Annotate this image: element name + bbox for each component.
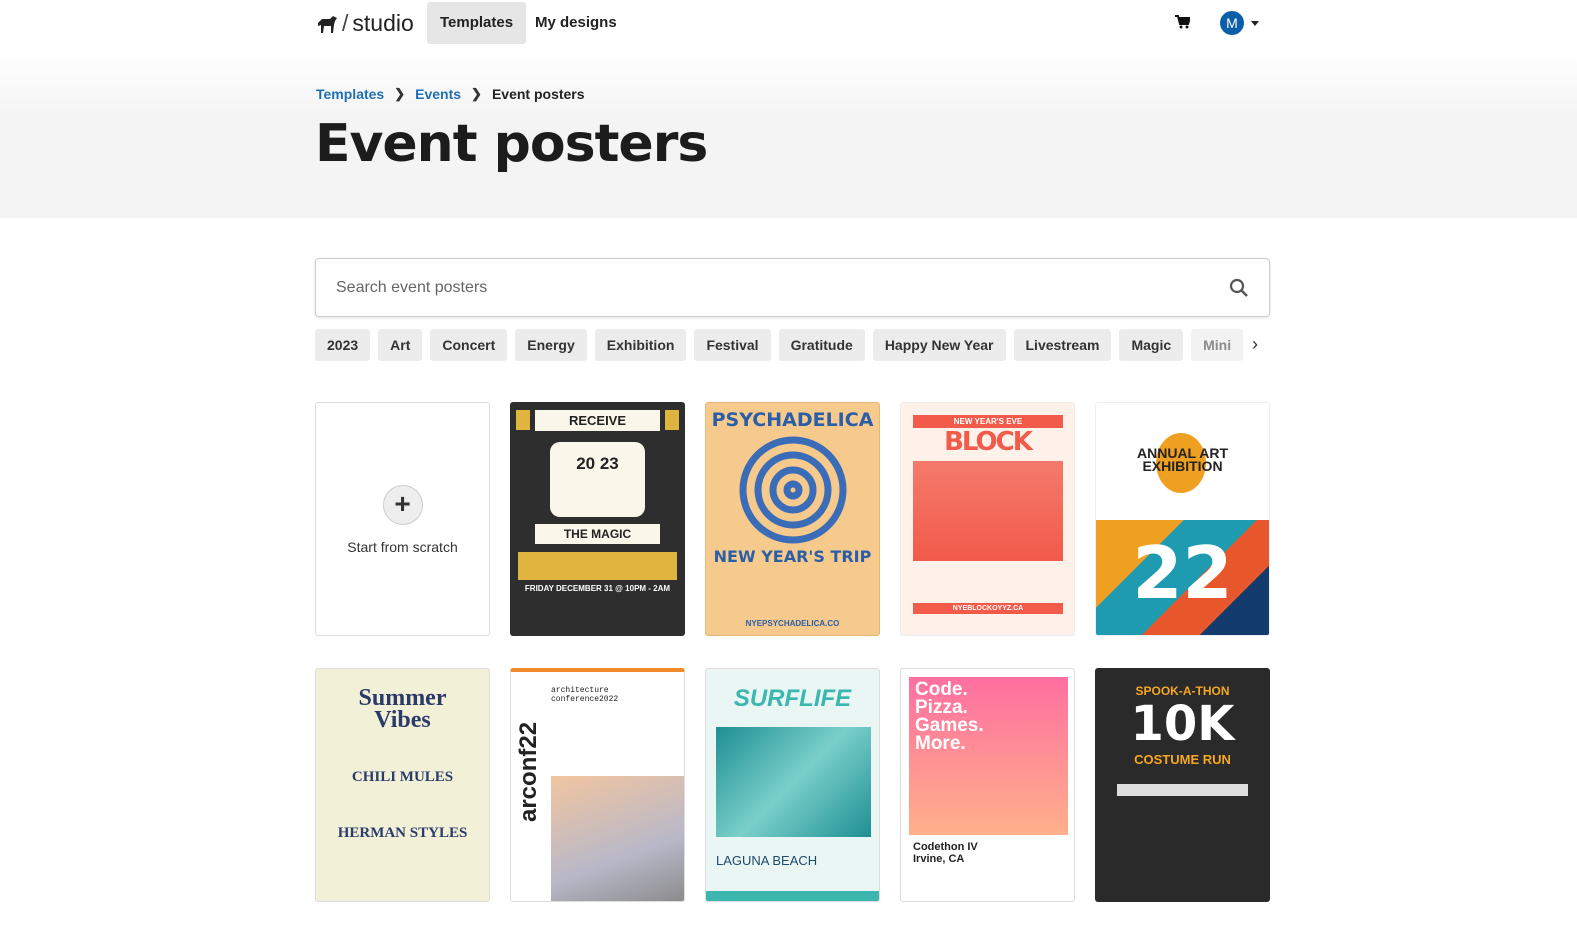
chip[interactable]: Magic bbox=[1119, 329, 1184, 361]
poster-title: PSYCHADELICA bbox=[711, 409, 874, 431]
breadcrumb: Templates ❯ Events ❯ Event posters bbox=[316, 86, 585, 102]
search-input[interactable] bbox=[316, 259, 1196, 316]
template-card[interactable]: SURFLIFE LAGUNA BEACH bbox=[705, 668, 880, 902]
poster-line: FRIDAY DECEMBER 31 @ 10PM - 2AM bbox=[524, 584, 671, 593]
template-card[interactable]: NEW YEAR'S EVE BLOCK PARTY NYEBLOCKOYYZ.… bbox=[900, 402, 1075, 636]
poster-decoration bbox=[516, 410, 530, 430]
template-card[interactable]: RECEIVE 20 23 THE MAGIC FRIDAY DECEMBER … bbox=[510, 402, 685, 636]
search-icon[interactable] bbox=[1229, 278, 1249, 298]
poster-decoration bbox=[665, 410, 679, 430]
poster-subtitle: 22 bbox=[1132, 531, 1233, 615]
chevron-right-icon: ❯ bbox=[394, 86, 406, 101]
user-avatar[interactable]: M bbox=[1220, 11, 1244, 35]
poster-subtitle: CHILI MULES bbox=[351, 769, 454, 785]
search-box bbox=[315, 258, 1270, 317]
template-card[interactable]: Code. Pizza. Games. More. Codethon IV Ir… bbox=[900, 668, 1075, 902]
chevron-right-icon: ❯ bbox=[471, 86, 482, 101]
chip[interactable]: Gratitude bbox=[778, 329, 865, 361]
breadcrumb-current: Event posters bbox=[491, 86, 585, 102]
template-card[interactable]: arconf22 architecture conference2022 bbox=[510, 668, 685, 902]
horse-logo-icon bbox=[318, 15, 337, 33]
poster-line: COSTUME RUN bbox=[1134, 752, 1231, 767]
caret-down-icon[interactable] bbox=[1251, 21, 1259, 26]
poster-title: RECEIVE bbox=[535, 410, 660, 431]
poster-title: arconf22 bbox=[515, 721, 542, 822]
page-title: Event posters bbox=[315, 114, 708, 174]
template-card[interactable]: PSYCHADELICA NEW YEAR'S TRIP NYEPSYCHADE… bbox=[705, 402, 880, 636]
poster-subtitle: THE MAGIC bbox=[535, 524, 660, 544]
tab-templates[interactable]: Templates bbox=[427, 2, 527, 44]
chip[interactable]: Concert bbox=[430, 329, 508, 361]
breadcrumb-templates[interactable]: Templates bbox=[316, 86, 384, 102]
plus-icon: + bbox=[382, 485, 423, 525]
page-header bbox=[0, 50, 1577, 218]
scratch-label: Start from scratch bbox=[347, 539, 458, 555]
breadcrumb-events[interactable]: Events bbox=[415, 86, 461, 102]
poster-title: Code. Pizza. Games. More. bbox=[915, 679, 984, 754]
poster-decoration bbox=[706, 891, 879, 901]
template-card[interactable]: SPOOK-A-THON 10K COSTUME RUN bbox=[1095, 668, 1270, 902]
start-from-scratch-card[interactable]: + Start from scratch bbox=[315, 402, 490, 636]
filter-chips: 2023 Art Concert Energy Exhibition Festi… bbox=[315, 329, 1245, 361]
poster-title: SURFLIFE bbox=[733, 685, 852, 712]
chip[interactable]: Festival bbox=[694, 329, 771, 361]
poster-subtitle: NEW YEAR'S TRIP bbox=[713, 547, 872, 566]
poster-decoration bbox=[1117, 784, 1248, 796]
poster-line: NYEPSYCHADELICA.CO bbox=[745, 619, 840, 628]
brand-logo[interactable]: / studio bbox=[316, 10, 414, 37]
poster-title: Summer Vibes bbox=[358, 685, 447, 733]
poster-subtitle: architecture conference2022 bbox=[551, 686, 619, 704]
chip[interactable]: Art bbox=[378, 329, 423, 361]
chip[interactable]: 2023 bbox=[315, 329, 371, 361]
chip[interactable]: Energy bbox=[515, 329, 587, 361]
poster-subtitle: 10K bbox=[1130, 696, 1235, 752]
chip[interactable]: Exhibition bbox=[594, 329, 687, 361]
poster-title: ANNUAL ART EXHIBITION bbox=[1137, 445, 1228, 474]
template-card[interactable]: ANNUAL ART EXHIBITION 22 bbox=[1095, 402, 1270, 636]
chip[interactable]: Livestream bbox=[1013, 329, 1112, 361]
top-navbar: / studio Templates My designs M bbox=[0, 0, 1577, 46]
poster-photo bbox=[716, 727, 871, 837]
poster-subtitle: Codethon IV Irvine, CA bbox=[913, 841, 978, 865]
logo-slash: / bbox=[342, 10, 349, 36]
cart-icon[interactable] bbox=[1175, 15, 1190, 29]
poster-photo bbox=[551, 776, 684, 901]
poster-photo bbox=[913, 461, 1063, 561]
template-card[interactable]: Summer Vibes CHILI MULES HERMAN STYLES bbox=[315, 668, 490, 902]
poster-decoration bbox=[518, 552, 677, 580]
poster-year: 20 23 bbox=[550, 442, 645, 517]
tab-my-designs[interactable]: My designs bbox=[522, 2, 630, 44]
spiral-graphic bbox=[739, 436, 847, 544]
brand-name: studio bbox=[352, 10, 414, 36]
chip[interactable]: Happy New Year bbox=[872, 329, 1006, 361]
chip[interactable]: Mini bbox=[1191, 329, 1244, 361]
poster-line: HERMAN STYLES bbox=[337, 825, 468, 841]
chevron-right-icon[interactable]: › bbox=[1252, 334, 1258, 355]
poster-subtitle: LAGUNA BEACH bbox=[716, 853, 818, 868]
poster-line: NYEBLOCKOYYZ.CA bbox=[913, 603, 1063, 614]
